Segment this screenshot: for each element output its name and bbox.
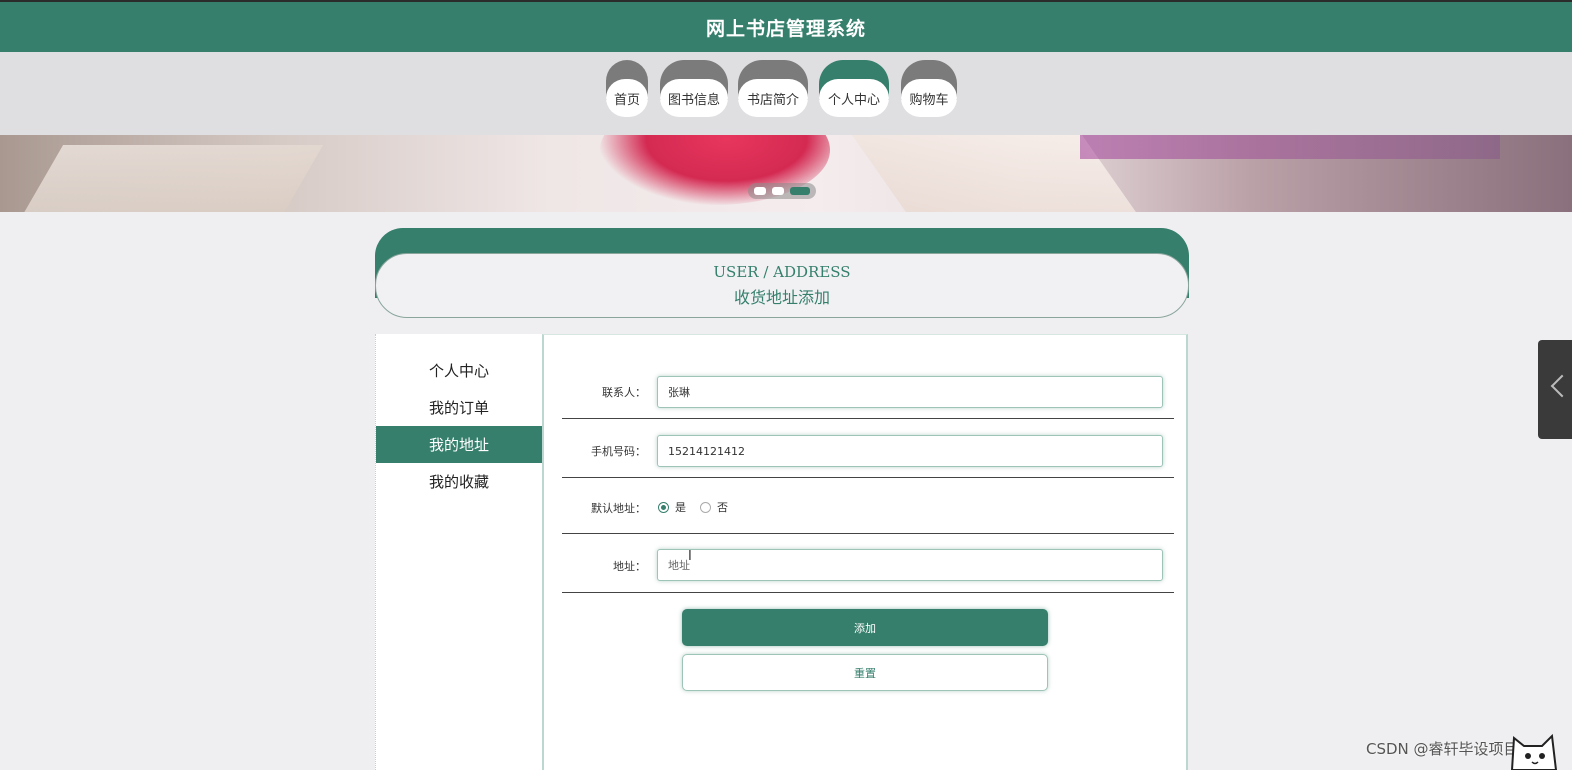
main-nav: 首页 图书信息 书店简介 个人中心 购物车 <box>0 52 1572 135</box>
top-bar: 网上书店管理系统 <box>0 0 1572 52</box>
watermark: CSDN @睿轩毕设项目 <box>1366 740 1519 758</box>
nav-item-cart[interactable]: 购物车 <box>901 60 957 118</box>
banner-decoration <box>1080 135 1500 159</box>
nav-item-book-info[interactable]: 图书信息 <box>660 60 728 118</box>
address-form: 联系人： 手机号码： 默认地址： 是 否 地址： 添加 重置 <box>542 334 1188 770</box>
form-row-default-address: 默认地址： 是 否 <box>562 478 1174 534</box>
form-row-phone: 手机号码： <box>562 434 1174 478</box>
radio-unchecked-icon[interactable] <box>700 501 711 513</box>
contact-input[interactable] <box>657 376 1163 408</box>
contact-label: 联系人： <box>602 386 646 399</box>
form-row-address: 地址： <box>562 548 1174 593</box>
carousel-dot[interactable] <box>754 187 766 195</box>
default-address-label: 默认地址： <box>591 502 646 515</box>
address-input[interactable] <box>657 549 1163 581</box>
nav-item-home[interactable]: 首页 <box>606 60 648 118</box>
nav-item-personal-center[interactable]: 个人中心 <box>819 60 889 118</box>
carousel-indicator <box>748 183 816 199</box>
carousel-dot[interactable] <box>772 187 784 195</box>
reset-button[interactable]: 重置 <box>682 654 1048 691</box>
nav-item-label: 首页 <box>606 79 648 117</box>
phone-label: 手机号码： <box>591 445 646 458</box>
sidebar-item-my-favorites[interactable]: 我的收藏 <box>376 463 542 500</box>
nav-item-label: 个人中心 <box>819 79 889 117</box>
text-cursor-icon: I <box>688 549 692 564</box>
radio-label: 否 <box>717 501 728 514</box>
radio-label: 是 <box>675 501 686 514</box>
nav-item-label: 购物车 <box>901 79 957 117</box>
page-header-en: USER / ADDRESS <box>713 263 851 281</box>
side-panel-toggle[interactable] <box>1538 340 1572 439</box>
add-button[interactable]: 添加 <box>682 609 1048 646</box>
chevron-left-icon <box>1550 374 1572 398</box>
nav-item-label: 图书信息 <box>660 79 728 117</box>
address-label: 地址： <box>613 560 646 573</box>
phone-input[interactable] <box>657 435 1163 467</box>
app-title: 网上书店管理系统 <box>705 17 866 40</box>
banner-image <box>0 135 1572 212</box>
sidebar-item-personal-center[interactable]: 个人中心 <box>376 352 542 389</box>
cat-mascot-icon <box>1510 733 1558 770</box>
page-title: 收货地址添加 <box>733 288 830 307</box>
sidebar: 个人中心 我的订单 我的地址 我的收藏 <box>375 334 542 770</box>
nav-item-store-intro[interactable]: 书店简介 <box>738 60 808 118</box>
radio-option-no[interactable]: 否 <box>700 499 728 515</box>
page-header: USER / ADDRESS 收货地址添加 <box>375 228 1189 318</box>
default-address-radio-group: 是 否 <box>658 499 742 515</box>
nav-item-label: 书店简介 <box>738 79 808 117</box>
book-page-decoration <box>16 145 324 212</box>
carousel-dot-active[interactable] <box>790 187 810 195</box>
sidebar-item-my-orders[interactable]: 我的订单 <box>376 389 542 426</box>
radio-option-yes[interactable]: 是 <box>658 499 686 515</box>
form-row-contact: 联系人： <box>562 375 1174 419</box>
sidebar-item-my-address[interactable]: 我的地址 <box>376 426 542 463</box>
radio-checked-icon[interactable] <box>658 501 669 513</box>
